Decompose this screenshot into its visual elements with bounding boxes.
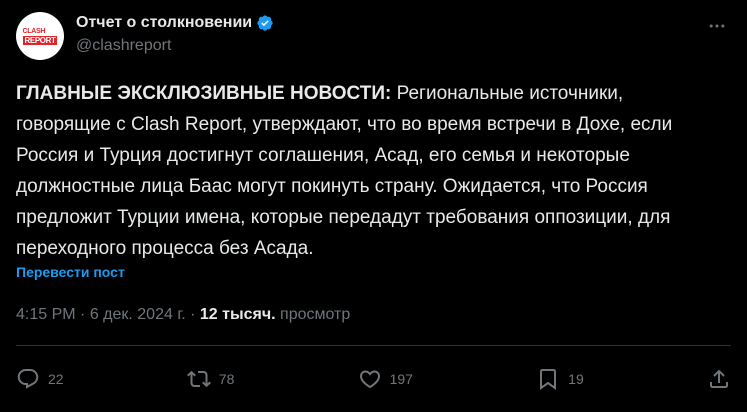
tweet-time[interactable]: 4:15 PM	[16, 306, 76, 323]
reply-button[interactable]: 22	[16, 367, 64, 391]
tweet-body: Региональные источники, говорящие с Clas…	[16, 83, 673, 259]
meta-separator: ·	[185, 306, 200, 323]
repost-button[interactable]: 78	[186, 367, 235, 391]
bookmark-button[interactable]: 19	[536, 367, 584, 391]
more-options-button[interactable]	[705, 14, 729, 38]
meta-separator: ·	[75, 306, 90, 323]
like-count: 197	[389, 371, 413, 387]
views-count: 12 тысяч.	[199, 306, 276, 323]
divider	[16, 345, 731, 346]
verified-badge-icon[interactable]	[256, 14, 274, 32]
logo-text-top: CLASH	[22, 27, 46, 35]
views-label: просмотр	[275, 306, 351, 323]
repost-count: 78	[218, 371, 235, 387]
repost-icon	[186, 370, 211, 388]
author-block: Отчет о столкновении @clashreport	[76, 12, 274, 55]
action-bar: 22 78 197 19	[16, 362, 731, 396]
like-button[interactable]: 197	[358, 367, 413, 391]
share-button[interactable]	[707, 367, 731, 391]
avatar[interactable]: CLASH REPORT	[16, 12, 64, 60]
share-icon	[709, 369, 728, 388]
more-icon	[709, 24, 725, 28]
reply-icon	[17, 369, 39, 389]
tweet-date[interactable]: 6 дек. 2024 г.	[90, 306, 186, 323]
logo-text-bottom: REPORT	[22, 35, 58, 45]
tweet-headline: ГЛАВНЫЕ ЭКСКЛЮЗИВНЫЕ НОВОСТИ:	[16, 83, 392, 104]
bookmark-icon	[540, 369, 557, 390]
author-name[interactable]: Отчет о столкновении	[76, 14, 252, 32]
heart-icon	[359, 370, 380, 389]
bookmark-count: 19	[568, 371, 584, 387]
clash-report-logo: CLASH REPORT	[22, 27, 58, 45]
reply-count: 22	[48, 371, 64, 387]
translate-post-link[interactable]: Перевести пост	[16, 264, 125, 280]
author-handle[interactable]: @clashreport	[76, 37, 274, 55]
tweet-text: ГЛАВНЫЕ ЭКСКЛЮЗИВНЫЕ НОВОСТИ: Региональн…	[16, 78, 716, 264]
tweet-meta: 4:15 PM · 6 дек. 2024 г. · 12 тысяч. про…	[16, 306, 350, 324]
